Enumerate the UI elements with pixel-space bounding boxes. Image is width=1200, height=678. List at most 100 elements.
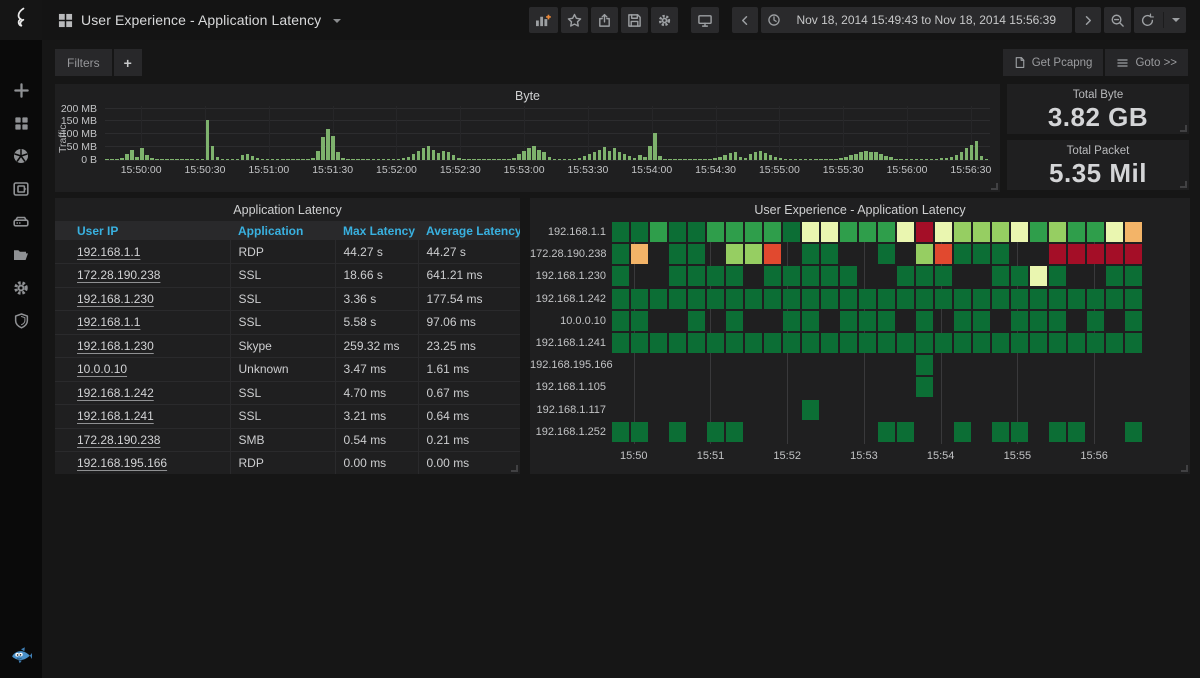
tv-mode-icon bbox=[697, 13, 713, 28]
traffic-bar bbox=[708, 159, 712, 160]
button-divider bbox=[1163, 12, 1164, 28]
user-ip-link[interactable]: 192.168.195.166 bbox=[77, 456, 167, 470]
add-filter-button[interactable]: + bbox=[114, 49, 142, 76]
heatmap-cell bbox=[688, 289, 705, 309]
filters-label[interactable]: Filters bbox=[55, 49, 112, 76]
time-forward-button[interactable] bbox=[1075, 7, 1101, 33]
traffic-bar bbox=[502, 159, 506, 160]
heatmap-cell bbox=[1049, 222, 1066, 242]
tv-mode-button[interactable] bbox=[691, 7, 719, 33]
time-range-picker[interactable]: Nov 18, 2014 15:49:43 to Nov 18, 2014 15… bbox=[761, 7, 1072, 33]
total-packet-title[interactable]: Total Packet bbox=[1007, 140, 1189, 157]
panel-resize-handle[interactable] bbox=[1180, 181, 1187, 188]
dashboard-settings-button[interactable] bbox=[651, 7, 678, 33]
time-back-button[interactable] bbox=[732, 7, 758, 33]
column-header-user-ip[interactable]: User IP bbox=[55, 221, 230, 240]
title-caret-icon[interactable] bbox=[333, 19, 341, 23]
settings-icon bbox=[657, 13, 672, 28]
sidebar-add-button[interactable] bbox=[10, 80, 32, 100]
zoom-out-button[interactable] bbox=[1104, 7, 1131, 33]
filter-row: Filters + Get Pcapng Goto >> bbox=[42, 40, 1200, 84]
x-tick-label: 15:56:00 bbox=[887, 164, 928, 176]
user-ip-link[interactable]: 192.168.1.230 bbox=[77, 292, 154, 306]
sidebar-files-button[interactable] bbox=[10, 245, 32, 265]
byte-y-axis-ticks: 200 MB150 MB100 MB50 MB0 B bbox=[55, 106, 101, 160]
star-button[interactable] bbox=[561, 7, 588, 33]
heatmap-cell bbox=[1068, 244, 1085, 264]
goto-button[interactable]: Goto >> bbox=[1105, 49, 1188, 76]
panel-resize-handle[interactable] bbox=[511, 465, 518, 472]
traffic-bar bbox=[105, 159, 109, 160]
heatmap-cell bbox=[1011, 266, 1028, 286]
dashboard-title[interactable]: User Experience - Application Latency bbox=[81, 12, 321, 28]
folder-icon bbox=[12, 246, 30, 264]
byte-panel-title[interactable]: Byte bbox=[55, 84, 1000, 103]
traffic-bar bbox=[276, 159, 280, 160]
table-cell: 192.168.1.1 bbox=[55, 240, 230, 264]
traffic-bar bbox=[492, 159, 496, 160]
table-cell: 0.00 ms bbox=[335, 452, 418, 475]
table-cell: 192.168.195.166 bbox=[55, 452, 230, 475]
x-tick-label: 15:51:00 bbox=[248, 164, 289, 176]
save-button[interactable] bbox=[621, 7, 648, 33]
panel-resize-handle[interactable] bbox=[1180, 125, 1187, 132]
traffic-bar bbox=[688, 159, 692, 160]
dashboard-grid-icon[interactable] bbox=[58, 13, 73, 28]
share-button[interactable] bbox=[591, 7, 618, 33]
user-ip-link[interactable]: 192.168.1.230 bbox=[77, 339, 154, 353]
table-panel-title[interactable]: Application Latency bbox=[55, 198, 520, 217]
heatmap-cell bbox=[764, 222, 781, 242]
traffic-bar bbox=[472, 159, 476, 160]
total-byte-title[interactable]: Total Byte bbox=[1007, 84, 1189, 101]
get-pcapng-button[interactable]: Get Pcapng bbox=[1003, 49, 1104, 76]
sidebar-capture-box-button[interactable] bbox=[10, 179, 32, 199]
sidebar-settings-button[interactable] bbox=[10, 278, 32, 298]
table-cell: 177.54 ms bbox=[418, 287, 520, 311]
heatmap-cell bbox=[1049, 333, 1066, 353]
traffic-bar bbox=[377, 159, 381, 160]
sidebar-appliance-button[interactable] bbox=[10, 212, 32, 232]
heatmap-cell bbox=[1011, 333, 1028, 353]
add-panel-button[interactable] bbox=[529, 7, 558, 33]
column-header-max-latency[interactable]: Max Latency bbox=[335, 221, 418, 240]
x-tick-label: 15:51 bbox=[697, 450, 725, 462]
traffic-bar bbox=[201, 159, 205, 160]
heatmap-cell bbox=[802, 222, 819, 242]
sidebar-capture-button[interactable] bbox=[10, 146, 32, 166]
user-ip-link[interactable]: 192.168.1.242 bbox=[77, 386, 154, 400]
heatmap-cell bbox=[859, 311, 876, 331]
sidebar-dashboards-button[interactable] bbox=[10, 113, 32, 133]
heatmap-cell bbox=[1087, 222, 1104, 242]
user-ip-link[interactable]: 192.168.1.1 bbox=[77, 245, 140, 259]
user-ip-link[interactable]: 172.28.190.238 bbox=[77, 433, 160, 447]
table-cell: 0.00 ms bbox=[418, 452, 520, 475]
panel-resize-handle[interactable] bbox=[991, 183, 998, 190]
heatmap-cell bbox=[840, 311, 857, 331]
traffic-bar bbox=[226, 159, 230, 160]
x-tick-label: 15:50:00 bbox=[121, 164, 162, 176]
traffic-bar bbox=[356, 159, 360, 160]
heatmap-row-label: 192.168.1.230 bbox=[530, 270, 606, 282]
user-ip-link[interactable]: 10.0.0.10 bbox=[77, 362, 127, 376]
traffic-bar bbox=[392, 159, 396, 160]
traffic-bar bbox=[427, 146, 431, 160]
user-ip-link[interactable]: 192.168.1.241 bbox=[77, 409, 154, 423]
app-logo[interactable] bbox=[0, 0, 42, 40]
user-ip-link[interactable]: 192.168.1.1 bbox=[77, 315, 140, 329]
traffic-bar bbox=[296, 159, 300, 160]
refresh-button[interactable] bbox=[1134, 7, 1186, 33]
column-header-application[interactable]: Application bbox=[230, 221, 335, 240]
heatmap-cell bbox=[802, 311, 819, 331]
table-row: 192.168.1.230Skype259.32 ms23.25 ms bbox=[55, 334, 520, 358]
heatmap-cell bbox=[1030, 311, 1047, 331]
sidebar-security-button[interactable] bbox=[10, 311, 32, 331]
column-header-average-latency[interactable]: Average Latency ▾ bbox=[418, 221, 520, 240]
shark-mascot-icon[interactable] bbox=[10, 646, 32, 666]
refresh-caret-icon[interactable] bbox=[1172, 18, 1180, 22]
panel-resize-handle[interactable] bbox=[1181, 465, 1188, 472]
user-ip-link[interactable]: 172.28.190.238 bbox=[77, 268, 160, 282]
traffic-bar bbox=[115, 159, 119, 160]
traffic-bar bbox=[241, 155, 245, 160]
heatmap-cell bbox=[1011, 422, 1028, 442]
gridline-h bbox=[105, 146, 990, 147]
